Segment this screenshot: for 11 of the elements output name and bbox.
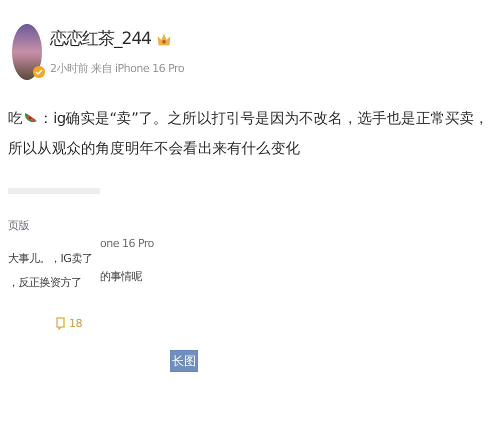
post-meta: 2小时前 来自 iPhone 16 Pro — [50, 60, 184, 76]
screenshot-text: 大事儿。，IG卖了 — [8, 250, 94, 266]
post-text: 吃 ：ig确实是“卖”了。之所以打引号是因为不改名，选手也是正常买卖，所以从观众的角度明年不会看出来有什么变化 — [8, 108, 490, 159]
screenshot-text: ，反正换资方了 — [8, 275, 82, 291]
avatar[interactable] — [12, 24, 42, 80]
comment-icon — [56, 317, 65, 330]
username[interactable]: 恋恋红茶_244 — [50, 27, 151, 52]
screenshot-text: one 16 Pro — [100, 236, 155, 252]
screenshot-text: 页版 — [8, 218, 30, 234]
screenshot-text: 的事情呢 — [100, 268, 144, 284]
comment-count: 18 — [69, 316, 82, 332]
